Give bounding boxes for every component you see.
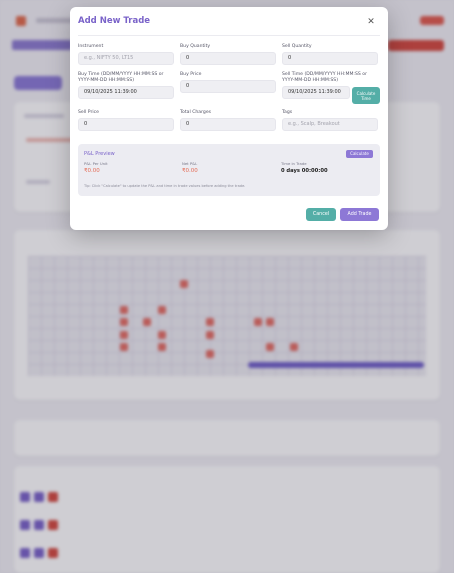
close-icon[interactable]: ✕ [365, 16, 377, 28]
buy-quantity-input[interactable]: 0 [180, 52, 276, 65]
add-trade-button[interactable]: Add Trade [340, 208, 379, 221]
buy-price-label: Buy Price [180, 72, 202, 77]
instrument-label: Instrument [78, 44, 104, 49]
sell-price-input[interactable]: 0 [78, 118, 174, 131]
add-trade-modal: Add New Trade ✕ Instrument e.g., NIFTY 5… [70, 7, 388, 230]
buy-quantity-field-group: Buy Quantity 0 [180, 44, 276, 65]
sell-time-input[interactable]: 09/10/2025 11:39:00 [282, 86, 350, 99]
sell-quantity-input[interactable]: 0 [282, 52, 378, 65]
sell-price-label: Sell Price [78, 110, 99, 115]
instrument-input[interactable]: e.g., NIFTY 50, LT15 [78, 52, 174, 65]
pnl-preview-title: P&L Preview [84, 151, 115, 157]
modal-title: Add New Trade [78, 16, 151, 26]
buy-time-input[interactable]: 09/10/2025 11:39:00 [78, 86, 174, 99]
sell-quantity-field-group: Sell Quantity 0 [282, 44, 378, 65]
buy-price-input[interactable]: 0 [180, 80, 276, 93]
calculate-time-label: Calculate Time [356, 90, 376, 101]
calculate-pnl-button[interactable]: Calculate [346, 150, 373, 158]
net-pnl-value: ₹0.00 [182, 168, 198, 174]
pnl-per-unit-label: P&L Per Unit [84, 161, 108, 166]
sell-time-label: Sell Time (DD/MM/YYYY HH:MM:SS or YYYY-M… [282, 72, 367, 83]
time-in-trade-label: Time in Trade [281, 161, 307, 166]
buy-price-field-group: Buy Price 0 [180, 72, 276, 93]
pnl-tip-text: Tip: Click "Calculate" to update the P&L… [84, 184, 246, 188]
header-divider [78, 35, 380, 36]
buy-time-field-group: Buy Time (DD/MM/YYYY HH:MM:SS or YYYY-MM… [78, 72, 174, 99]
sell-price-field-group: Sell Price 0 [78, 110, 174, 131]
time-in-trade-value: 0 days 00:00:00 [281, 168, 328, 174]
pnl-preview-panel: P&L Preview Calculate P&L Per Unit ₹0.00… [78, 144, 380, 196]
calculate-time-button[interactable]: Calculate Time [352, 87, 380, 104]
buy-quantity-label: Buy Quantity [180, 44, 211, 49]
total-charges-field-group: Total Charges 0 [180, 110, 276, 131]
pnl-per-unit-value: ₹0.00 [84, 168, 100, 174]
sell-quantity-label: Sell Quantity [282, 44, 312, 49]
instrument-field-group: Instrument e.g., NIFTY 50, LT15 [78, 44, 174, 65]
net-pnl-label: Net P&L [182, 161, 198, 166]
tags-input[interactable]: e.g., Scalp, Breakout [282, 118, 378, 131]
tags-label: Tags [282, 110, 293, 115]
buy-time-label: Buy Time (DD/MM/YYYY HH:MM:SS or YYYY-MM… [78, 72, 164, 83]
tags-field-group: Tags e.g., Scalp, Breakout [282, 110, 378, 131]
cancel-button[interactable]: Cancel [306, 208, 336, 221]
total-charges-input[interactable]: 0 [180, 118, 276, 131]
total-charges-label: Total Charges [180, 110, 212, 115]
